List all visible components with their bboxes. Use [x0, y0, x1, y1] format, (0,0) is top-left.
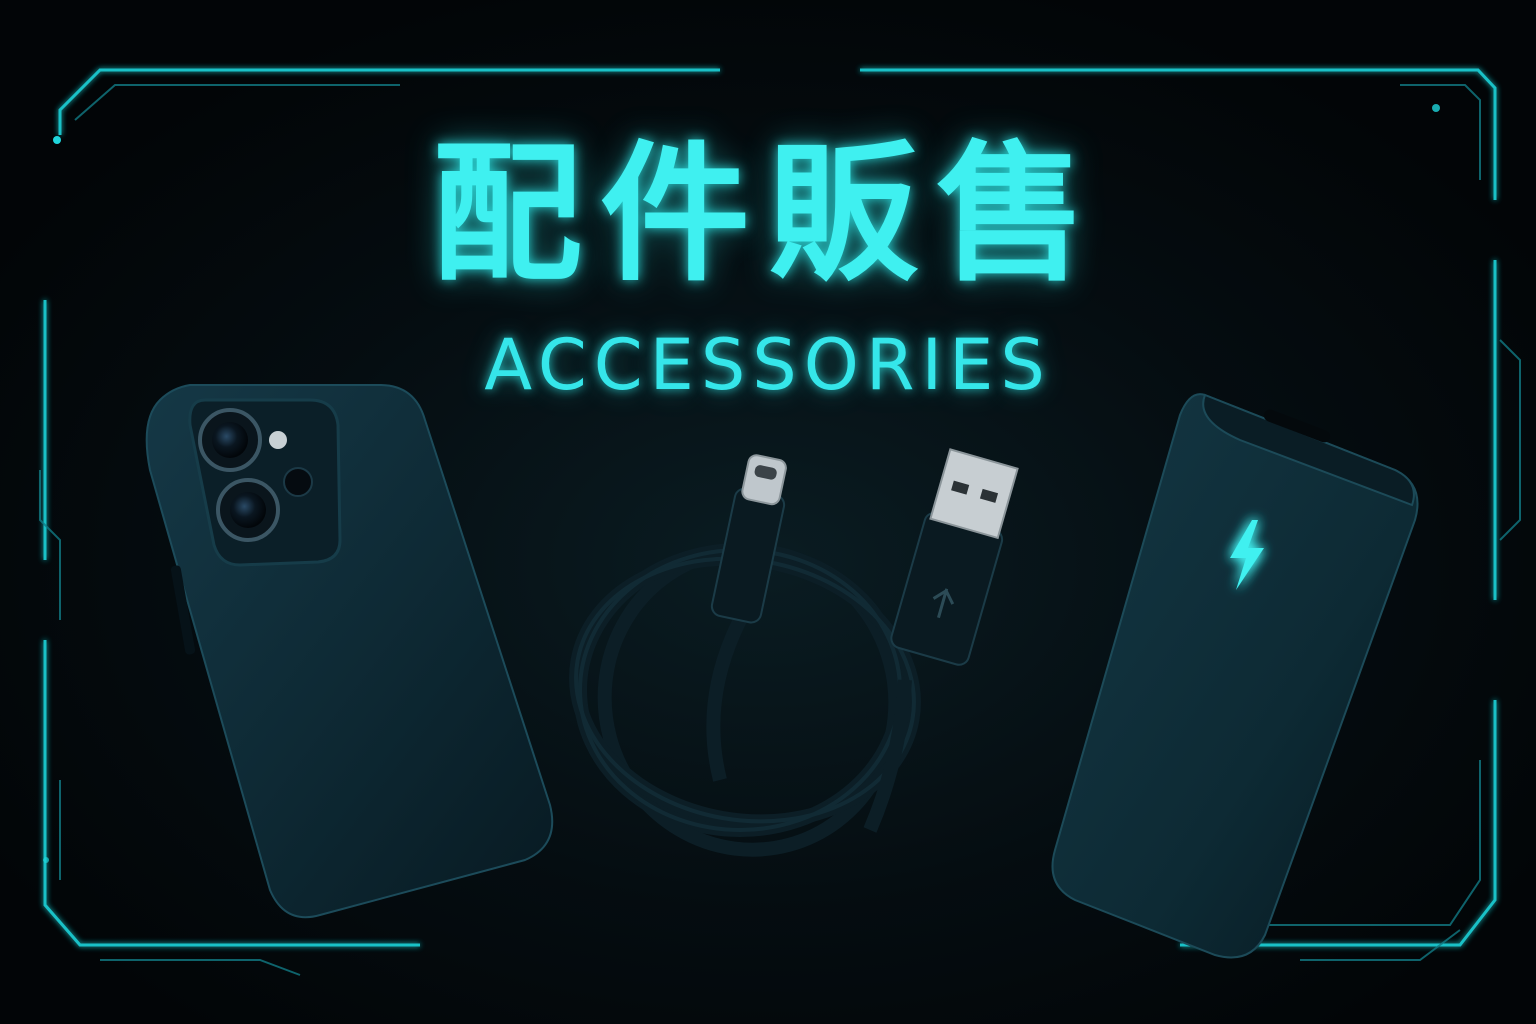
power-bank-icon [1051, 393, 1419, 959]
accessories-banner: 配件販售 ACCESSORIES [0, 0, 1536, 1024]
usb-cable-icon [569, 448, 1019, 857]
product-showcase [145, 384, 1419, 959]
phone-case-icon [145, 384, 554, 919]
